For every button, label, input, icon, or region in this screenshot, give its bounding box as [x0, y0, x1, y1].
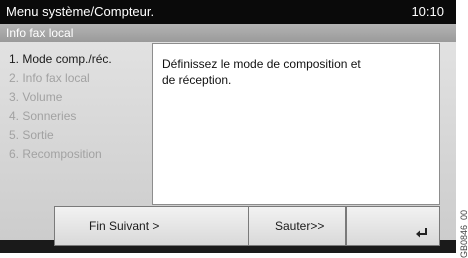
description-line-2: de réception.	[162, 73, 232, 87]
end-next-button[interactable]: Fin Suivant >	[54, 206, 162, 246]
enter-button[interactable]	[346, 206, 440, 246]
description-panel: Définissez le mode de composition et de …	[152, 43, 440, 205]
figure-code: GB0846_00	[459, 209, 468, 258]
description-text: Définissez le mode de composition et de …	[162, 56, 392, 88]
blank-button[interactable]	[162, 206, 248, 246]
clock: 10:10	[411, 4, 444, 19]
menu-item-mode-comp[interactable]: 1. Mode comp./réc.	[9, 50, 154, 69]
menu-item-volume[interactable]: 3. Volume	[9, 88, 154, 107]
enter-icon	[416, 228, 427, 238]
menu-item-recomposition[interactable]: 6. Recomposition	[9, 145, 154, 164]
sub-header: Info fax local	[0, 24, 456, 42]
screen-title: Menu système/Compteur.	[6, 4, 155, 19]
skip-label: Sauter>>	[275, 219, 325, 233]
settings-menu: 1. Mode comp./réc. 2. Info fax local 3. …	[9, 50, 154, 164]
description-line-1: Définissez le mode de composition et	[162, 57, 361, 71]
menu-item-sortie[interactable]: 5. Sortie	[9, 126, 154, 145]
end-next-label: Fin Suivant >	[89, 219, 160, 233]
skip-button[interactable]: Sauter>>	[248, 206, 346, 246]
menu-item-info-fax[interactable]: 2. Info fax local	[9, 69, 154, 88]
menu-item-sonneries[interactable]: 4. Sonneries	[9, 107, 154, 126]
top-bar: Menu système/Compteur. 10:10	[0, 0, 456, 24]
sub-header-label: Info fax local	[6, 26, 74, 40]
touch-screen: Menu système/Compteur. 10:10 Info fax lo…	[0, 0, 456, 253]
